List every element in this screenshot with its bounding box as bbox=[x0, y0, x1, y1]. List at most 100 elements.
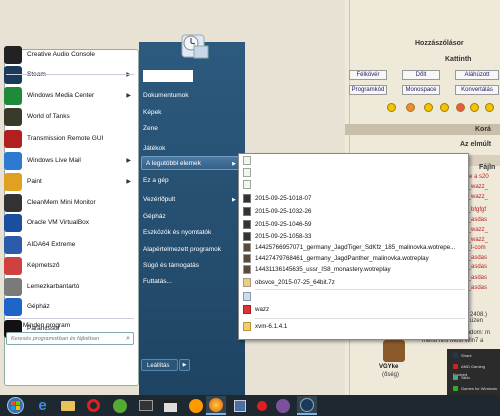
control-panel-link[interactable]: Vezérlőpult bbox=[143, 196, 175, 203]
program-item[interactable]: CleanMem Mini Monitor bbox=[4, 192, 134, 213]
program-item[interactable]: Windows Media Center ▶ bbox=[4, 85, 134, 106]
all-programs-button[interactable]: ▶ Minden program bbox=[10, 322, 70, 329]
recent-item[interactable]: wazz bbox=[243, 304, 269, 315]
recent-item[interactable]: xvm-6.1.4.1 bbox=[243, 321, 287, 332]
creative-audio-icon bbox=[4, 45, 22, 64]
jumplist-item[interactable]: Share bbox=[453, 352, 500, 360]
smiley-icon[interactable] bbox=[456, 103, 465, 112]
program-item[interactable]: AIDA64 Extreme bbox=[4, 234, 134, 255]
program-item[interactable]: Paint ▶ bbox=[4, 171, 134, 192]
smiley-icon[interactable] bbox=[387, 103, 396, 112]
firefox-icon[interactable] bbox=[206, 396, 226, 415]
post-user-status: (őség) bbox=[382, 372, 400, 378]
text-file-icon bbox=[243, 180, 251, 189]
recent-item[interactable]: 14431136145635_ussr_IS8_monastery.wotrep… bbox=[243, 264, 391, 275]
smiley-icon[interactable] bbox=[470, 103, 479, 112]
avatar[interactable] bbox=[383, 340, 405, 362]
program-item[interactable]: Oracle VM VirtualBox bbox=[4, 212, 134, 233]
recent-item[interactable]: 2015-09-25-1046-59 bbox=[243, 219, 311, 230]
pdf-file-icon bbox=[243, 305, 251, 314]
recent-item-label: xvm-6.1.4.1 bbox=[255, 323, 288, 330]
games-marketplace-icon bbox=[453, 386, 458, 392]
jumplist-item[interactable]: AMD Gaming Evolved bbox=[453, 363, 500, 377]
run-link[interactable]: Futtatás... bbox=[143, 278, 172, 285]
recent-item[interactable] bbox=[243, 291, 255, 302]
search-icon[interactable]: ⌕ bbox=[126, 335, 130, 343]
user-name-field[interactable] bbox=[143, 70, 193, 82]
start-orb-icon[interactable] bbox=[6, 396, 25, 415]
shutdown-options-button[interactable]: ▶ bbox=[179, 359, 190, 371]
utorrent-icon[interactable] bbox=[110, 396, 129, 415]
replay-file-icon bbox=[243, 265, 251, 274]
recent-item[interactable]: 14425766957071_germany_JagdTiger_SdKfz_1… bbox=[243, 242, 455, 253]
smiley-icon[interactable] bbox=[485, 103, 494, 112]
section-bar-label: Korá bbox=[475, 126, 491, 133]
italic-button[interactable]: Dőlt bbox=[402, 70, 440, 80]
opera-icon[interactable] bbox=[84, 396, 103, 415]
internet-explorer-icon[interactable]: e bbox=[33, 396, 52, 415]
replay-file-icon bbox=[243, 254, 251, 263]
chevron-right-icon: ▶ bbox=[232, 197, 236, 203]
devices-printers-link[interactable]: Eszközök és nyomtatók bbox=[143, 229, 211, 236]
recent-item[interactable]: 2015-09-25-1018-07 bbox=[243, 193, 311, 204]
program-item-label: Képmetsző bbox=[27, 262, 60, 269]
aimp-icon[interactable] bbox=[186, 396, 205, 415]
program-item[interactable]: World of Tanks bbox=[4, 106, 134, 127]
recent-item-label: 2015-09-25-1046-59 bbox=[255, 221, 312, 228]
program-item[interactable]: Képmetsző bbox=[4, 255, 134, 276]
computer-link[interactable]: Ez a gép bbox=[143, 177, 169, 184]
convert-button[interactable]: Konvertálás bbox=[455, 85, 499, 95]
recent-item[interactable] bbox=[243, 179, 255, 190]
steam-taskbar-icon[interactable] bbox=[297, 396, 317, 415]
jumplist-item[interactable]: Games for Windows Marketplace bbox=[453, 385, 500, 399]
search-placeholder: Keresés programokban és fájlokban bbox=[11, 336, 100, 342]
program-item[interactable]: Gépház bbox=[4, 296, 134, 317]
video-player-icon[interactable] bbox=[136, 396, 155, 415]
recent-item[interactable] bbox=[243, 155, 255, 166]
recent-items-link[interactable]: A legutóbbi elemek ▶ bbox=[141, 156, 241, 170]
smiley-icon[interactable] bbox=[440, 103, 449, 112]
jumplist-item[interactable]: Sikfu bbox=[453, 374, 500, 382]
documents-link[interactable]: Dokumentumok bbox=[143, 92, 189, 99]
program-item[interactable]: Lemezkarbantartó bbox=[4, 276, 134, 297]
recent-item[interactable]: 2015-09-25-1032-26 bbox=[243, 206, 311, 217]
program-item-label: Paint bbox=[27, 178, 42, 185]
floppy-icon[interactable] bbox=[230, 396, 249, 415]
recent-item[interactable]: obsvce_2015-07-25_64bit.7z bbox=[243, 277, 335, 288]
clapperboard-icon[interactable] bbox=[161, 396, 180, 415]
program-item[interactable]: Creative Audio Console bbox=[4, 44, 134, 65]
help-support-link[interactable]: Súgó és támogatás bbox=[143, 262, 199, 269]
smiley-icon[interactable] bbox=[424, 103, 433, 112]
start-search-box[interactable]: Keresés programokban és fájlokban ⌕ bbox=[6, 332, 134, 345]
default-programs-link[interactable]: Alapértelmezett programok bbox=[143, 246, 221, 253]
shutdown-button[interactable]: Leállítás bbox=[141, 359, 178, 371]
user-picture-icon[interactable] bbox=[172, 29, 212, 67]
program-item-label: CleanMem Mini Monitor bbox=[27, 199, 96, 206]
reply-heading: Hozzászólásor bbox=[415, 40, 464, 47]
games-link[interactable]: Játékok bbox=[143, 145, 165, 152]
post-username[interactable]: VGYke bbox=[379, 364, 398, 370]
recent-item[interactable]: 14427479768461_germany_JagdPanther_malin… bbox=[243, 253, 429, 264]
pictures-link[interactable]: Képek bbox=[143, 109, 161, 116]
monospace-button[interactable]: Monospace bbox=[402, 85, 440, 95]
record-icon[interactable] bbox=[252, 396, 271, 415]
recent-item[interactable] bbox=[243, 167, 255, 178]
chevron-right-icon: ▶ bbox=[126, 158, 131, 164]
smiley-icon[interactable] bbox=[406, 103, 415, 112]
viber-icon[interactable] bbox=[273, 396, 292, 415]
program-item[interactable]: Transmission Remote GUI bbox=[4, 128, 134, 149]
file-explorer-icon[interactable] bbox=[58, 396, 77, 415]
app-icon bbox=[453, 375, 458, 381]
bold-button[interactable]: Félkövér bbox=[349, 70, 387, 80]
recent-item[interactable]: 2015-09-25-1058-33 bbox=[243, 231, 311, 242]
music-link[interactable]: Zene bbox=[143, 125, 158, 132]
chevron-right-icon: ▶ bbox=[126, 93, 131, 99]
program-item-label: Windows Media Center bbox=[27, 92, 95, 99]
reply-subheading: Kattinth bbox=[445, 56, 472, 63]
code-button[interactable]: Programkód bbox=[349, 85, 387, 95]
program-item[interactable]: Windows Live Mail ▶ bbox=[4, 150, 134, 171]
settings-link[interactable]: Gépház bbox=[143, 213, 166, 220]
amd-icon bbox=[453, 364, 458, 370]
underline-button[interactable]: Aláhúzott bbox=[455, 70, 499, 80]
program-item-label: World of Tanks bbox=[27, 113, 70, 120]
